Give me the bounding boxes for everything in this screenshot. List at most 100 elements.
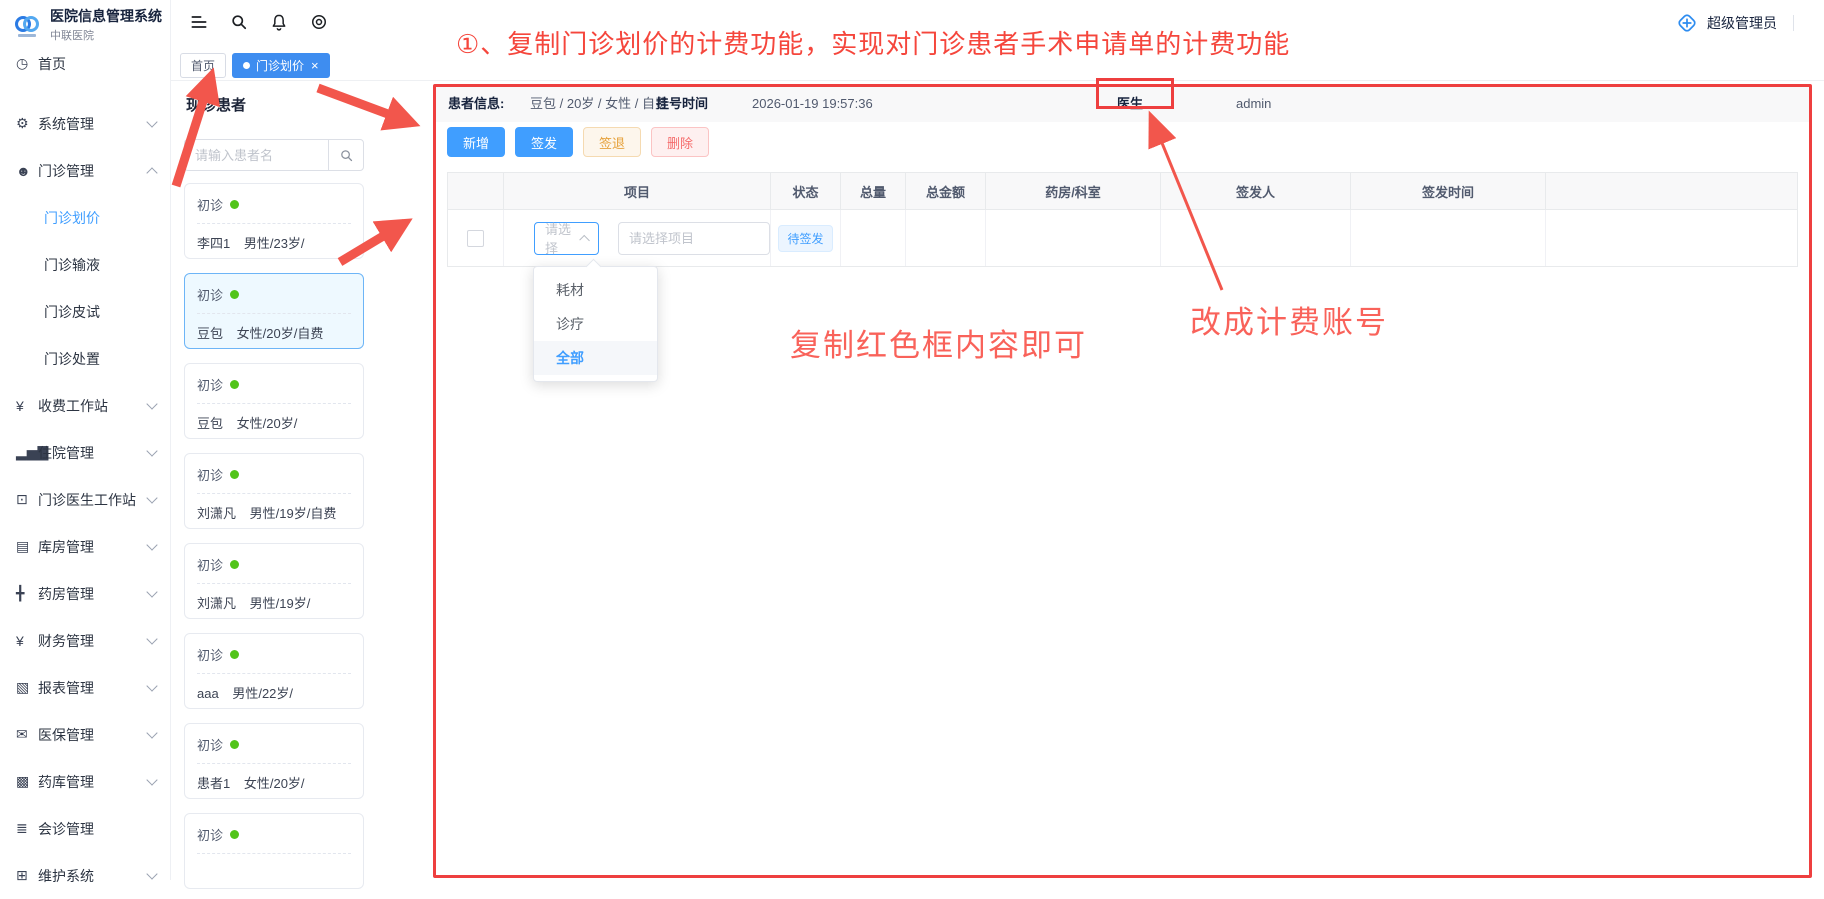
sidebar-item[interactable]: ≣ 会诊管理 (0, 805, 170, 852)
table-cell-issue-time (1351, 210, 1546, 266)
visit-type-label: 初诊 (197, 465, 223, 484)
patient-card-name-row: 李四1 男性/23岁/ (197, 233, 351, 252)
sidebar-item-icon: ▂▅▇ (16, 444, 38, 461)
patient-card-name-row (197, 863, 351, 878)
sidebar-item[interactable]: ⊡ 门诊医生工作站 (0, 476, 170, 523)
patient-card[interactable]: 初诊 (184, 813, 364, 889)
sidebar-item-icon: ⊞ (16, 867, 38, 884)
visit-type-label: 初诊 (197, 645, 223, 664)
action-button-row: 新增签发签退删除 (447, 127, 709, 157)
sidebar-item[interactable]: ¥ 财务管理 (0, 617, 170, 664)
patient-search-input[interactable] (184, 139, 328, 171)
dropdown-option[interactable]: 全部 (534, 341, 657, 375)
patient-info: 女性/20岁/ (237, 416, 298, 431)
patient-card[interactable]: 初诊 刘潇凡 男性/19岁/自费 (184, 453, 364, 529)
sidebar-item[interactable]: ¥ 收费工作站 (0, 382, 170, 429)
chevron-icon (146, 445, 157, 456)
patient-panel: 现诊患者 初诊 李四1 男性/23岁/ (178, 84, 368, 880)
tab-close-icon[interactable]: × (311, 59, 319, 72)
logo[interactable]: 医院信息管理系统 中联医院 (12, 8, 162, 43)
sidebar-item[interactable]: ▧ 报表管理 (0, 664, 170, 711)
sidebar-item[interactable]: ⚙ 系统管理 (0, 100, 170, 147)
table-header-cell: 总量 (841, 173, 906, 209)
patient-card[interactable]: 初诊 豆包 女性/20岁/自费 (184, 273, 364, 349)
user-block[interactable]: 超级管理员 (1675, 11, 1794, 35)
badge-icon[interactable] (308, 11, 330, 33)
patient-card[interactable]: 初诊 刘潇凡 男性/19岁/ (184, 543, 364, 619)
tab[interactable]: 门诊划价 × (232, 53, 330, 78)
sidebar-item[interactable]: ▂▅▇ 住院管理 (0, 429, 170, 476)
sidebar-item-icon: ✉ (16, 726, 38, 743)
tab[interactable]: 首页 (180, 53, 226, 78)
collapse-menu-icon[interactable] (188, 11, 210, 33)
patient-card[interactable]: 初诊 患者1 女性/20岁/ (184, 723, 364, 799)
patient-name: 李四1 (197, 236, 230, 251)
sidebar-item[interactable]: ╋ 药房管理 (0, 570, 170, 617)
search-icon[interactable] (228, 11, 250, 33)
sidebar-item[interactable]: ◷ 首页 (0, 40, 170, 87)
table-header-cell (1546, 173, 1797, 209)
sidebar-item[interactable]: ✉ 医保管理 (0, 711, 170, 758)
app-title: 医院信息管理系统 (50, 8, 162, 24)
dropdown-option[interactable]: 诊疗 (534, 307, 657, 341)
action-button[interactable]: 签发 (515, 127, 573, 157)
sidebar-item-icon: ◷ (16, 55, 38, 72)
patient-list: 初诊 李四1 男性/23岁/ 初诊 豆包 (184, 183, 364, 889)
bell-icon[interactable] (268, 11, 290, 33)
patient-info: 男性/22岁/ (232, 686, 293, 701)
table-header-cell: 总金额 (906, 173, 986, 209)
patient-info-bar: 患者信息: 豆包 / 20岁 / 女性 / 自费 挂号时间 2026-01-19… (434, 86, 1811, 122)
patient-card[interactable]: 初诊 aaa 男性/22岁/ (184, 633, 364, 709)
dropdown-option[interactable]: 耗材 (534, 273, 657, 307)
row-checkbox[interactable] (467, 230, 484, 247)
patient-name: aaa (197, 686, 219, 701)
sidebar-item[interactable]: 门诊皮试 (0, 288, 170, 335)
sidebar-item[interactable]: 门诊输液 (0, 241, 170, 288)
sidebar-item[interactable]: ☻ 门诊管理 (0, 147, 170, 194)
patient-search-button[interactable] (328, 139, 364, 171)
patient-card[interactable]: 初诊 李四1 男性/23岁/ (184, 183, 364, 259)
patient-card[interactable]: 初诊 豆包 女性/20岁/ (184, 363, 364, 439)
action-button[interactable]: 签退 (583, 127, 641, 157)
sidebar-item-label: 药库管理 (38, 772, 94, 792)
patient-panel-title: 现诊患者 (186, 94, 368, 115)
status-dot (230, 740, 239, 749)
sidebar: 医院信息管理系统 中联医院 ◷ 首页 ⚙ 系统管理 ☻ 门诊管理 (0, 0, 171, 880)
chevron-icon (146, 492, 157, 503)
status-dot (230, 650, 239, 659)
chevron-icon (146, 774, 157, 785)
card-divider (197, 583, 351, 584)
medical-cross-icon (1675, 11, 1699, 35)
visit-type-label: 初诊 (197, 195, 223, 214)
chevron-icon (146, 868, 157, 879)
table-header-cell: 状态 (771, 173, 841, 209)
patient-card-status-row: 初诊 (197, 735, 351, 754)
sidebar-item[interactable]: 门诊处置 (0, 335, 170, 382)
annotation-note-top: ①、复制门诊划价的计费功能，实现对门诊患者手术申请单的计费功能 (456, 24, 1290, 61)
patient-card-name-row: 刘潇凡 男性/19岁/ (197, 593, 351, 612)
item-search-input[interactable] (618, 222, 770, 255)
sidebar-item-label: 住院管理 (38, 443, 94, 463)
sidebar-item-label: 门诊管理 (38, 161, 94, 181)
item-type-select[interactable]: 请选择 (534, 222, 599, 255)
sidebar-item[interactable]: 门诊划价 (0, 194, 170, 241)
patient-card-status-row: 初诊 (197, 645, 351, 664)
patient-card-name-row: aaa 男性/22岁/ (197, 683, 351, 702)
action-button[interactable]: 删除 (651, 127, 709, 157)
sidebar-item[interactable]: ⊞ 维护系统 (0, 852, 170, 899)
sidebar-item-icon: ¥ (16, 633, 38, 649)
patient-card-status-row: 初诊 (197, 555, 351, 574)
user-role-label: 超级管理员 (1707, 13, 1777, 33)
sidebar-item[interactable]: ▩ 药库管理 (0, 758, 170, 805)
sidebar-item-icon: ☻ (16, 163, 38, 179)
status-dot (230, 560, 239, 569)
patient-name: 刘潇凡 (197, 506, 236, 521)
patient-info: 男性/19岁/ (250, 596, 311, 611)
action-button[interactable]: 新增 (447, 127, 505, 157)
sidebar-item[interactable]: ▤ 库房管理 (0, 523, 170, 570)
patient-info-value: 豆包 / 20岁 / 女性 / 自费 (530, 86, 668, 122)
sidebar-item-icon: ▧ (16, 679, 38, 696)
table-header-cell: 项目 (504, 173, 771, 209)
doctor-label: 医生 (1117, 86, 1143, 122)
status-dot (230, 470, 239, 479)
